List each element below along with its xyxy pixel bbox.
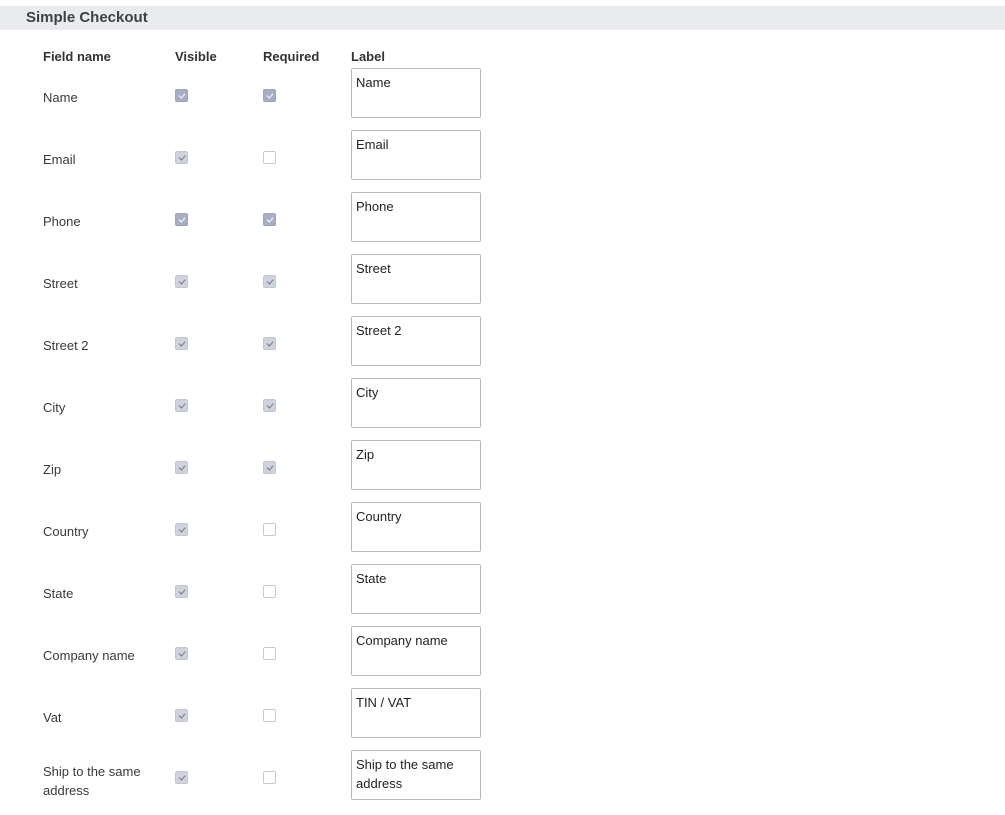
column-header-label: Label (351, 49, 385, 64)
field-name-country: Country (43, 524, 89, 539)
table-row: Email Email (0, 130, 1005, 192)
visible-checkbox-vat[interactable] (175, 709, 188, 722)
visible-checkbox-state[interactable] (175, 585, 188, 598)
visible-checkbox-company-name[interactable] (175, 647, 188, 660)
label-input-ship-to-the-same-address[interactable]: Ship to the same address (351, 750, 481, 800)
label-input-country[interactable]: Country (351, 502, 481, 552)
field-name-vat: Vat (43, 710, 62, 725)
table-row: Vat TIN / VAT (0, 688, 1005, 750)
label-input-zip[interactable]: Zip (351, 440, 481, 490)
table-row: State State (0, 564, 1005, 626)
column-header-visible: Visible (175, 49, 217, 64)
required-checkbox-name[interactable] (263, 89, 276, 102)
label-input-vat[interactable]: TIN / VAT (351, 688, 481, 738)
visible-checkbox-country[interactable] (175, 523, 188, 536)
field-name-name: Name (43, 90, 78, 105)
visible-checkbox-email[interactable] (175, 151, 188, 164)
required-checkbox-city[interactable] (263, 399, 276, 412)
field-name-ship-to-the-same-address: Ship to the same address (43, 764, 141, 798)
column-header-field-name: Field name (43, 49, 111, 64)
visible-checkbox-street[interactable] (175, 275, 188, 288)
field-name-street: Street (43, 276, 78, 291)
field-name-zip: Zip (43, 462, 62, 477)
field-name-state: State (43, 586, 74, 601)
required-checkbox-email[interactable] (263, 151, 276, 164)
required-checkbox-street-2[interactable] (263, 337, 276, 350)
required-checkbox-ship-to-the-same-address[interactable] (263, 771, 276, 784)
table-row: Phone Phone (0, 192, 1005, 254)
table-row: Zip Zip (0, 440, 1005, 502)
visible-checkbox-street-2[interactable] (175, 337, 188, 350)
table-row: Company name Company name (0, 626, 1005, 688)
required-checkbox-country[interactable] (263, 523, 276, 536)
required-checkbox-state[interactable] (263, 585, 276, 598)
visible-checkbox-name[interactable] (175, 89, 188, 102)
required-checkbox-street[interactable] (263, 275, 276, 288)
label-input-phone[interactable]: Phone (351, 192, 481, 242)
table-row: Street Street (0, 254, 1005, 316)
label-input-email[interactable]: Email (351, 130, 481, 180)
label-input-city[interactable]: City (351, 378, 481, 428)
visible-checkbox-phone[interactable] (175, 213, 188, 226)
table-row: Street 2 Street 2 (0, 316, 1005, 378)
label-input-company-name[interactable]: Company name (351, 626, 481, 676)
table-row: Country Country (0, 502, 1005, 564)
field-name-email: Email (43, 152, 76, 167)
visible-checkbox-city[interactable] (175, 399, 188, 412)
required-checkbox-zip[interactable] (263, 461, 276, 474)
panel-title: Simple Checkout (0, 6, 1005, 30)
field-name-street-2: Street 2 (43, 338, 89, 353)
visible-checkbox-ship-to-the-same-address[interactable] (175, 771, 188, 784)
label-input-street[interactable]: Street (351, 254, 481, 304)
required-checkbox-company-name[interactable] (263, 647, 276, 660)
field-name-city: City (43, 400, 66, 415)
table-row: Ship to the same address Ship to the same… (0, 750, 1005, 812)
column-header-required: Required (263, 49, 320, 64)
field-name-phone: Phone (43, 214, 81, 229)
table-row: City City (0, 378, 1005, 440)
label-input-street-2[interactable]: Street 2 (351, 316, 481, 366)
visible-checkbox-zip[interactable] (175, 461, 188, 474)
field-name-company-name: Company name (43, 648, 135, 663)
required-checkbox-phone[interactable] (263, 213, 276, 226)
label-input-state[interactable]: State (351, 564, 481, 614)
table-row: Name Name (0, 68, 1005, 130)
required-checkbox-vat[interactable] (263, 709, 276, 722)
label-input-name[interactable]: Name (351, 68, 481, 118)
